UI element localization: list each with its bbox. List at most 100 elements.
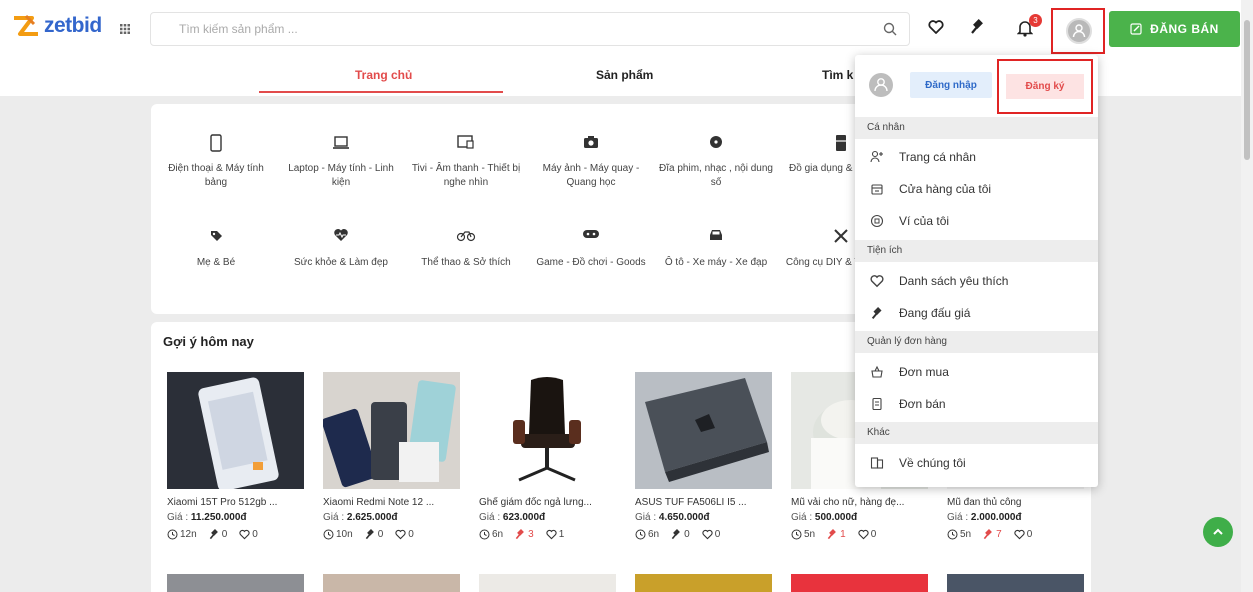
product-card[interactable]: ASUS TUF FA506LI I5 ... Giá : 4.650.000đ… — [635, 372, 775, 540]
clock-icon — [167, 529, 178, 540]
product-card[interactable]: Ghế giám đốc ngả lưng... Giá : 623.000đ … — [479, 372, 619, 540]
user-icon — [1072, 24, 1086, 38]
scroll-to-top-button[interactable] — [1203, 517, 1233, 547]
heart-outline-icon — [1014, 529, 1025, 540]
clock-icon — [635, 529, 646, 540]
product-image[interactable] — [947, 574, 1084, 592]
gamepad-icon — [583, 230, 599, 238]
category-label: Sức khỏe & Làm đẹp — [294, 257, 388, 268]
product-name: Xiaomi Redmi Note 12 ... — [323, 497, 435, 508]
category-item[interactable]: Điện thoại & Máy tính bảng — [157, 134, 275, 190]
section-header-personal: Cá nhân — [855, 117, 1098, 139]
menu-item-purchases[interactable]: Đơn mua — [855, 356, 1098, 388]
logo-mark-icon — [14, 14, 38, 36]
product-stats: 6n 0 0 — [635, 529, 775, 540]
menu-item-bidding[interactable]: Đang đấu giá — [855, 297, 1098, 329]
section-header-other: Khác — [855, 422, 1098, 444]
tv-icon — [457, 135, 474, 149]
category-item[interactable]: Tivi - Âm thanh - Thiết bị nghe nhìn — [407, 134, 525, 190]
gavel-icon — [983, 529, 993, 540]
product-price: Giá : 2.000.000đ — [947, 512, 1022, 523]
disc-icon — [710, 136, 722, 148]
category-label: Mẹ & Bé — [196, 257, 236, 268]
category-item[interactable]: Laptop - Máy tính - Linh kiện — [282, 134, 400, 190]
category-label: Điện thoại & Máy tính bảng — [168, 163, 264, 188]
baby-icon — [211, 231, 222, 241]
logo[interactable]: zetbid — [12, 14, 102, 38]
menu-item-wishlist[interactable]: Danh sách yêu thích — [855, 265, 1098, 297]
avatar — [1066, 18, 1092, 44]
active-tab-indicator — [259, 91, 503, 93]
product-name: Mũ vải cho nữ, hàng đẹ... — [791, 497, 905, 508]
avatar — [869, 73, 893, 97]
menu-item-sales[interactable]: Đơn bán — [855, 388, 1098, 420]
heart-pulse-icon — [334, 229, 348, 241]
product-image[interactable] — [635, 372, 772, 489]
category-label: Laptop - Máy tính - Linh kiện — [288, 163, 394, 188]
product-image[interactable] — [479, 574, 616, 592]
product-stats: 12n 0 0 — [167, 529, 307, 540]
category-item[interactable]: Ô tô - Xe máy - Xe đạp — [657, 228, 775, 270]
fridge-icon — [836, 135, 846, 151]
heart-icon[interactable] — [928, 19, 944, 35]
tab-products[interactable]: Sản phẩm — [596, 68, 653, 82]
category-item[interactable]: Mẹ & Bé — [157, 228, 275, 270]
store-icon — [871, 184, 883, 195]
heart-outline-icon — [546, 529, 557, 540]
category-label: Ô tô - Xe máy - Xe đạp — [664, 257, 768, 268]
dropdown-header: Đăng nhập Đăng ký — [855, 55, 1098, 115]
camera-icon — [584, 136, 598, 148]
product-image[interactable] — [167, 574, 304, 592]
menu-item-my-store[interactable]: Cửa hàng của tôi — [855, 173, 1098, 205]
register-button[interactable]: Đăng ký — [1006, 74, 1084, 99]
product-price: Giá : 2.625.000đ — [323, 512, 398, 523]
account-dropdown: Đăng nhập Đăng ký Cá nhân Trang cá nhân … — [855, 55, 1098, 487]
category-label: Đĩa phim, nhạc , nội dung số — [659, 163, 773, 188]
product-image[interactable] — [167, 372, 304, 489]
page-scrollbar[interactable] — [1241, 0, 1253, 592]
product-card[interactable]: Xiaomi 15T Pro 512gb ... Giá : 11.250.00… — [167, 372, 307, 540]
product-stats: 5n 1 0 — [791, 529, 931, 540]
menu-item-wallet[interactable]: Ví của tôi — [855, 205, 1098, 237]
notification-badge: 3 — [1029, 14, 1042, 27]
menu-item-about-us[interactable]: Về chúng tôi — [855, 447, 1098, 479]
tools-icon — [834, 229, 848, 243]
category-item[interactable]: Sức khỏe & Làm đẹp — [282, 228, 400, 270]
product-price: Giá : 4.650.000đ — [635, 512, 710, 523]
wallet-icon — [870, 214, 884, 228]
product-image[interactable] — [791, 574, 928, 592]
sell-button[interactable]: ĐĂNG BÁN — [1109, 11, 1240, 47]
category-item[interactable]: Đĩa phim, nhạc , nội dung số — [657, 134, 775, 190]
menu-item-profile[interactable]: Trang cá nhân — [855, 141, 1098, 173]
product-card[interactable]: Xiaomi Redmi Note 12 ... Giá : 2.625.000… — [323, 372, 463, 540]
gavel-icon — [671, 529, 681, 540]
phone-icon — [210, 134, 222, 152]
gavel-icon[interactable] — [970, 19, 986, 35]
scrollbar-thumb[interactable] — [1244, 20, 1250, 160]
user-plus-icon — [870, 150, 883, 163]
product-image[interactable] — [479, 372, 616, 489]
category-item[interactable]: Máy ảnh - Máy quay - Quang học — [532, 134, 650, 190]
gavel-icon — [209, 529, 218, 540]
clock-icon — [947, 529, 958, 540]
gavel-icon — [871, 306, 882, 319]
tab-search[interactable]: Tìm k — [822, 68, 853, 82]
category-item[interactable]: Thể thao & Sở thích — [407, 228, 525, 270]
product-price: Giá : 623.000đ — [479, 512, 546, 523]
avatar-button[interactable] — [1051, 8, 1105, 54]
search-input[interactable] — [151, 13, 851, 45]
product-image[interactable] — [323, 574, 460, 592]
product-image[interactable] — [323, 372, 460, 489]
product-stats: 6n 3 1 — [479, 529, 619, 540]
grid-menu-icon[interactable] — [118, 22, 132, 36]
heart-outline-icon — [239, 529, 250, 540]
product-price: Giá : 11.250.000đ — [167, 512, 247, 523]
gavel-icon — [515, 529, 525, 540]
edit-icon — [1130, 23, 1142, 35]
login-button[interactable]: Đăng nhập — [910, 72, 992, 98]
tab-home[interactable]: Trang chủ — [355, 68, 412, 82]
category-item[interactable]: Game - Đồ chơi - Goods — [532, 228, 650, 270]
product-name: ASUS TUF FA506LI I5 ... — [635, 497, 747, 508]
search-icon[interactable] — [883, 22, 897, 36]
product-image[interactable] — [635, 574, 772, 592]
